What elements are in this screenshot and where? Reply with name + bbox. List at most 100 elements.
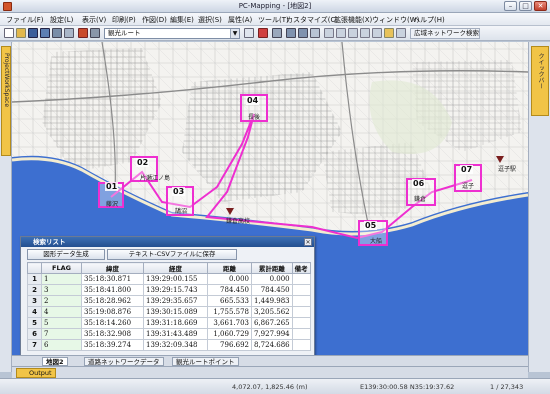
- note-cell[interactable]: [291, 295, 311, 307]
- project-workspace-tab[interactable]: ProjectWorkSpace: [1, 46, 11, 156]
- table-row[interactable]: 7 6 35:18:39.274 139:32:09.348 796.692 8…: [27, 339, 311, 351]
- cumulative-distance-cell[interactable]: 1,449.983: [251, 295, 293, 307]
- menu-tools[interactable]: ツール(T): [258, 15, 289, 25]
- layer-settings-icon[interactable]: [90, 28, 100, 38]
- longitude-cell[interactable]: 139:29:15.743: [143, 284, 208, 296]
- pan-icon[interactable]: [272, 28, 282, 38]
- note-cell[interactable]: [291, 339, 311, 351]
- column-header[interactable]: [27, 262, 42, 274]
- network-search-select[interactable]: 広域ネットワーク検索: [410, 28, 480, 39]
- flag-cell[interactable]: 2: [41, 295, 82, 307]
- chevron-down-icon[interactable]: ▼: [230, 29, 239, 38]
- table-row[interactable]: 2 3 35:18:41.800 139:29:15.743 784.450 7…: [27, 284, 311, 296]
- longitude-cell[interactable]: 139:29:00.155: [143, 273, 208, 285]
- table-icon[interactable]: [348, 28, 358, 38]
- flag-cell[interactable]: 7: [41, 328, 82, 340]
- map-pin-icon[interactable]: [226, 208, 234, 215]
- table-row[interactable]: 5 5 35:18:14.260 139:31:18.669 3,661.703…: [27, 317, 311, 329]
- distance-cell[interactable]: 0.000: [207, 273, 252, 285]
- distance-cell[interactable]: 784.450: [207, 284, 252, 296]
- pointer-icon[interactable]: [258, 28, 268, 38]
- menu-extensions[interactable]: 拡張機能(X): [334, 15, 372, 25]
- flag-cell[interactable]: 3: [41, 284, 82, 296]
- latitude-cell[interactable]: 35:18:41.800: [81, 284, 144, 296]
- menu-select[interactable]: 選択(S): [198, 15, 222, 25]
- network-icon[interactable]: [396, 28, 406, 38]
- latitude-cell[interactable]: 35:18:14.260: [81, 317, 144, 329]
- save-as-icon[interactable]: [40, 28, 50, 38]
- tab-map2[interactable]: 地図2: [42, 357, 68, 366]
- attribute-icon[interactable]: [372, 28, 382, 38]
- zoom-out-icon[interactable]: [298, 28, 308, 38]
- column-header[interactable]: 累計距離: [251, 262, 293, 274]
- list-icon[interactable]: [360, 28, 370, 38]
- flag-cell[interactable]: 1: [41, 273, 82, 285]
- menu-view[interactable]: 表示(V): [82, 15, 106, 25]
- column-header[interactable]: 備考: [291, 262, 311, 274]
- table-row[interactable]: 4 4 35:19:08.876 139:30:15.089 1,755.578…: [27, 306, 311, 318]
- zoom-in-icon[interactable]: [286, 28, 296, 38]
- longitude-cell[interactable]: 139:31:18.669: [143, 317, 208, 329]
- map-pin-icon[interactable]: [496, 156, 504, 163]
- longitude-cell[interactable]: 139:30:15.089: [143, 306, 208, 318]
- output-tab[interactable]: Output: [16, 368, 56, 378]
- preview-icon[interactable]: [64, 28, 74, 38]
- open-icon[interactable]: [16, 28, 26, 38]
- menu-draw[interactable]: 作図(D): [142, 15, 167, 25]
- table-row[interactable]: 1 1 35:18:30.871 139:29:00.155 0.000 0.0…: [27, 273, 311, 285]
- note-cell[interactable]: [291, 328, 311, 340]
- longitude-cell[interactable]: 139:31:43.489: [143, 328, 208, 340]
- print-icon[interactable]: [52, 28, 62, 38]
- menu-attribute[interactable]: 属性(A): [228, 15, 252, 25]
- cumulative-distance-cell[interactable]: 3,205.562: [251, 306, 293, 318]
- quickbar-tab[interactable]: クイックバー: [531, 46, 549, 116]
- latitude-cell[interactable]: 35:18:39.274: [81, 339, 144, 351]
- column-header[interactable]: 距離: [207, 262, 252, 274]
- menu-edit[interactable]: 編集(E): [170, 15, 194, 25]
- tab-road-network[interactable]: 道路ネットワークデータ: [84, 357, 164, 366]
- latitude-cell[interactable]: 35:18:28.962: [81, 295, 144, 307]
- panel-title-bar[interactable]: 検索リスト ✕: [21, 237, 314, 247]
- latitude-cell[interactable]: 35:18:30.871: [81, 273, 144, 285]
- layer-select[interactable]: 観光ルート ▼: [104, 28, 240, 39]
- note-cell[interactable]: [291, 284, 311, 296]
- cumulative-distance-cell[interactable]: 6,867.265: [251, 317, 293, 329]
- distance-cell[interactable]: 3,661.703: [207, 317, 252, 329]
- latitude-cell[interactable]: 35:18:32.908: [81, 328, 144, 340]
- flag-cell[interactable]: 4: [41, 306, 82, 318]
- flag-cell[interactable]: 5: [41, 317, 82, 329]
- cumulative-distance-cell[interactable]: 784.450: [251, 284, 293, 296]
- close-button[interactable]: ✕: [534, 1, 547, 11]
- folder-icon[interactable]: [384, 28, 394, 38]
- latitude-cell[interactable]: 35:19:08.876: [81, 306, 144, 318]
- menu-file[interactable]: ファイル(F): [6, 15, 44, 25]
- longitude-cell[interactable]: 139:32:09.348: [143, 339, 208, 351]
- cumulative-distance-cell[interactable]: 7,927.994: [251, 328, 293, 340]
- menu-print[interactable]: 印刷(P): [112, 15, 136, 25]
- note-cell[interactable]: [291, 273, 311, 285]
- layout-icon[interactable]: [336, 28, 346, 38]
- save-csv-button[interactable]: テキスト-CSVファイルに保存: [107, 249, 237, 260]
- menu-help[interactable]: ヘルプ(H): [413, 15, 445, 25]
- maximize-button[interactable]: □: [519, 1, 532, 11]
- new-icon[interactable]: [4, 28, 14, 38]
- column-header[interactable]: FLAG: [41, 262, 82, 274]
- longitude-cell[interactable]: 139:29:35.657: [143, 295, 208, 307]
- distance-cell[interactable]: 665.533: [207, 295, 252, 307]
- column-header[interactable]: 経度: [143, 262, 208, 274]
- refresh-icon[interactable]: [310, 28, 320, 38]
- note-cell[interactable]: [291, 306, 311, 318]
- flag-cell[interactable]: 6: [41, 339, 82, 351]
- minimize-button[interactable]: –: [504, 1, 517, 11]
- distance-cell[interactable]: 1,060.729: [207, 328, 252, 340]
- menu-settings[interactable]: 設定(L): [50, 15, 73, 25]
- distance-cell[interactable]: 796.692: [207, 339, 252, 351]
- menu-customize[interactable]: カスタマイズ(C): [286, 15, 338, 25]
- table-row[interactable]: 6 7 35:18:32.908 139:31:43.489 1,060.729…: [27, 328, 311, 340]
- cumulative-distance-cell[interactable]: 0.000: [251, 273, 293, 285]
- cumulative-distance-cell[interactable]: 8,724.686: [251, 339, 293, 351]
- layer-icon[interactable]: [78, 28, 88, 38]
- distance-cell[interactable]: 1,755.578: [207, 306, 252, 318]
- table-row[interactable]: 3 2 35:18:28.962 139:29:35.657 665.533 1…: [27, 295, 311, 307]
- undo-icon[interactable]: [244, 28, 254, 38]
